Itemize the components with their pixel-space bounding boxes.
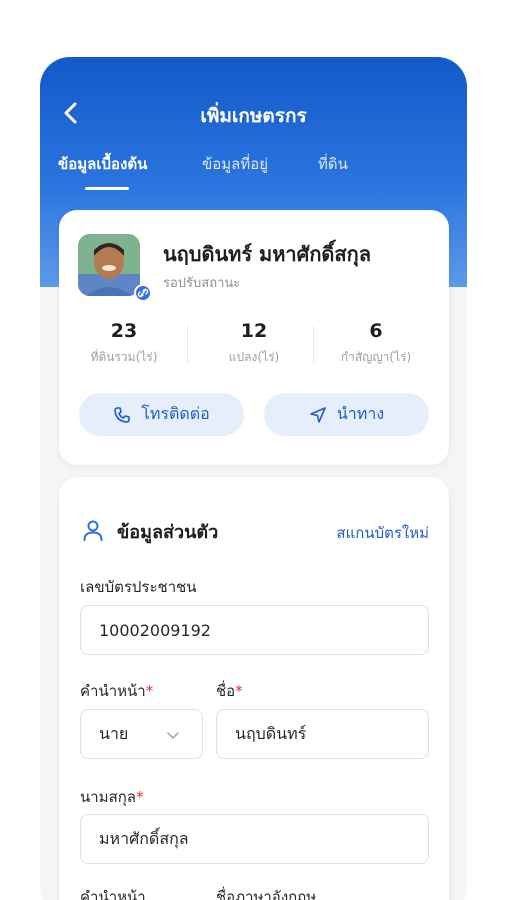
page-title: เพิ่มเกษตรกร bbox=[200, 105, 307, 127]
person-icon bbox=[83, 520, 103, 541]
farmer-name: นฤบดินทร์ มหาศักดิ์สกุล bbox=[163, 242, 371, 266]
id-number-input[interactable]: 10002009192 bbox=[80, 605, 429, 655]
required-mark: * bbox=[235, 682, 243, 700]
lastname-label: นามสกุล* bbox=[80, 785, 144, 809]
stat-value: 6 bbox=[369, 320, 383, 342]
profile-card: นฤบดินทร์ มหาศักดิ์สกุล รอปรับสถานะ 23 ท… bbox=[59, 210, 449, 465]
id-number-label: เลขบัตรประชาชน bbox=[80, 578, 197, 596]
stat-label: ที่ดินรวม(ไร่) bbox=[90, 350, 158, 364]
stat-divider bbox=[187, 326, 188, 364]
call-button[interactable]: โทรติดต่อ bbox=[79, 393, 244, 436]
stat-label: กำสัญญา(ไร่) bbox=[340, 350, 412, 364]
lastname-input[interactable]: มหาศักดิ์สกุล bbox=[80, 814, 429, 864]
avatar-image bbox=[78, 234, 140, 296]
stat-contract: 6 กำสัญญา(ไร่) bbox=[311, 320, 441, 367]
required-mark: * bbox=[145, 682, 154, 700]
lastname-label-text: นามสกุล bbox=[80, 788, 136, 806]
stat-total-land: 23 ที่ดินรวม(ไร่) bbox=[59, 320, 189, 367]
tab-land[interactable]: ที่ดิน bbox=[318, 152, 348, 176]
phone-icon bbox=[114, 406, 131, 423]
prefix-select[interactable]: นาย bbox=[80, 709, 203, 759]
active-tab-indicator bbox=[85, 187, 129, 190]
avatar bbox=[78, 234, 140, 296]
firstname-input[interactable]: นฤบดินทร์ bbox=[216, 709, 429, 759]
stat-label: แปลง(ไร่) bbox=[228, 350, 280, 364]
stat-plots: 12 แปลง(ไร่) bbox=[189, 320, 319, 367]
tab-bar: ข้อมูลเบื้องต้น ข้อมูลที่อยู่ ที่ดิน bbox=[40, 152, 467, 192]
section-title: ข้อมูลส่วนตัว bbox=[117, 522, 219, 543]
navigate-button[interactable]: นำทาง bbox=[264, 393, 429, 436]
firstname-label-text: ชื่อ bbox=[216, 682, 236, 700]
stat-value: 23 bbox=[110, 320, 138, 342]
prefix-en-label: คำนำหน้า bbox=[80, 888, 146, 900]
firstname-label: ชื่อ* bbox=[216, 679, 243, 703]
phone-frame: เพิ่มเกษตรกร ข้อมูลเบื้องต้น ข้อมูลที่อย… bbox=[40, 57, 467, 900]
scan-new-card-link[interactable]: สแกนบัตรใหม่ bbox=[336, 521, 429, 545]
tab-address[interactable]: ข้อมูลที่อยู่ bbox=[202, 152, 268, 176]
top-bar: เพิ่มเกษตรกร bbox=[40, 93, 467, 133]
chevron-down-icon bbox=[167, 732, 179, 739]
call-button-label: โทรติดต่อ bbox=[141, 404, 210, 423]
prefix-select-value: นาย bbox=[99, 723, 129, 743]
prefix-label: คำนำหน้า* bbox=[80, 679, 153, 703]
navigation-arrow-icon bbox=[310, 406, 326, 423]
link-badge-icon bbox=[134, 284, 152, 302]
stat-value: 12 bbox=[240, 320, 268, 342]
firstname-en-label: ชื่อภาษาอังกฤษ bbox=[216, 888, 317, 900]
required-mark: * bbox=[136, 788, 144, 806]
stats-row: 23 ที่ดินรวม(ไร่) 12 แปลง(ไร่) 6 กำสัญญา… bbox=[59, 320, 449, 370]
navigate-button-label: นำทาง bbox=[336, 404, 385, 423]
prefix-label-text: คำนำหน้า bbox=[80, 682, 146, 700]
personal-info-card: ข้อมูลส่วนตัว สแกนบัตรใหม่ เลขบัตรประชาช… bbox=[59, 477, 449, 900]
status-text: รอปรับสถานะ bbox=[163, 276, 241, 291]
tab-basic-info[interactable]: ข้อมูลเบื้องต้น bbox=[58, 152, 147, 176]
